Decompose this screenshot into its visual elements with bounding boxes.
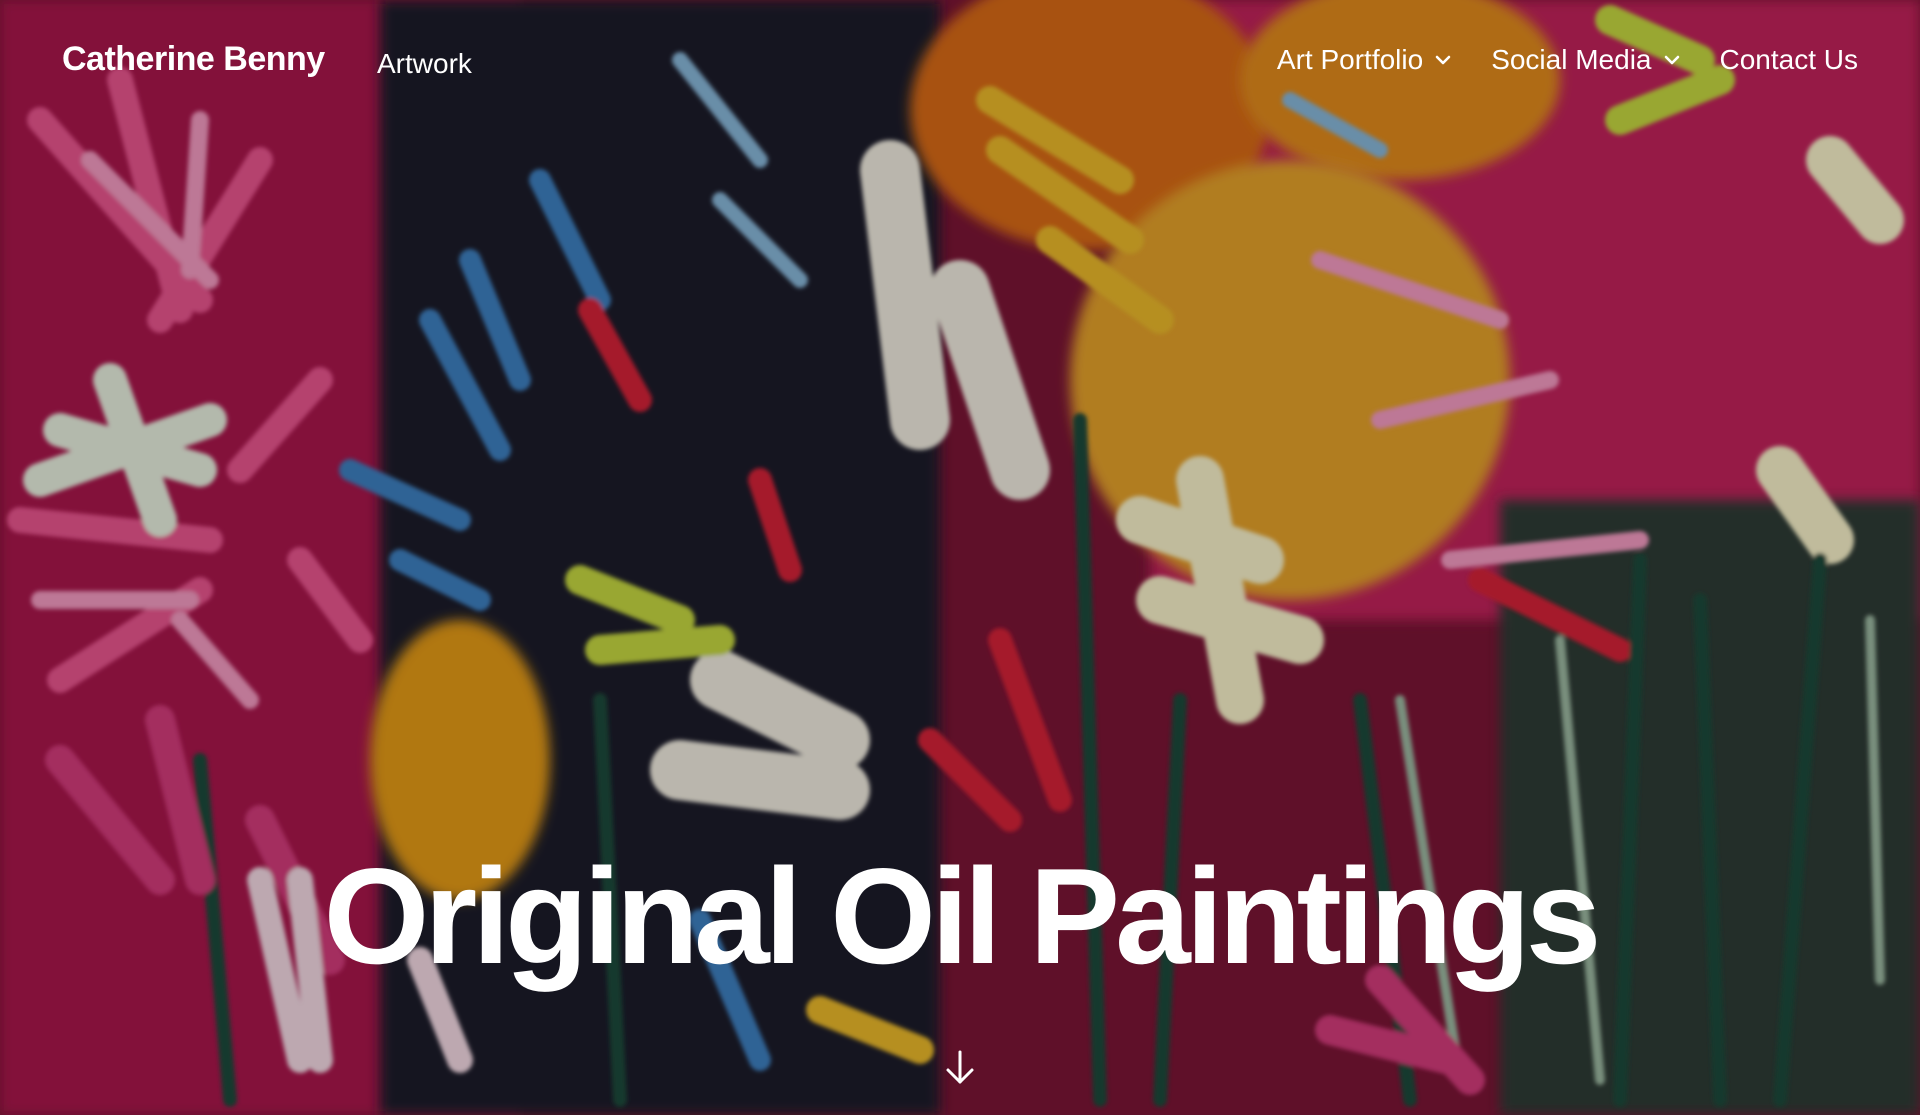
nav-item-label: Art Portfolio xyxy=(1276,44,1424,75)
nav-item-social-media[interactable]: Social Media xyxy=(1491,44,1681,76)
nav-item-label: Contact Us xyxy=(1719,44,1859,75)
nav-item-label: Social Media xyxy=(1491,44,1652,75)
nav-item-art-portfolio[interactable]: Art Portfolio xyxy=(1277,44,1453,76)
chevron-down-icon[interactable] xyxy=(1433,50,1453,70)
primary-navigation: Art Portfolio Social Media Contact Us xyxy=(1277,44,1858,76)
nav-item-contact-us[interactable]: Contact Us xyxy=(1720,44,1859,76)
hero-title: Original Oil Paintings xyxy=(323,840,1602,992)
arrow-down-icon[interactable] xyxy=(940,1048,980,1088)
site-title-link[interactable]: Catherine Benny xyxy=(62,40,325,79)
hero-section: Catherine Benny Artwork Art Portfolio So… xyxy=(0,0,1920,1115)
site-tagline: Artwork xyxy=(377,48,472,79)
chevron-down-icon[interactable] xyxy=(1662,50,1682,70)
site-header: Catherine Benny Artwork Art Portfolio So… xyxy=(0,0,1920,124)
